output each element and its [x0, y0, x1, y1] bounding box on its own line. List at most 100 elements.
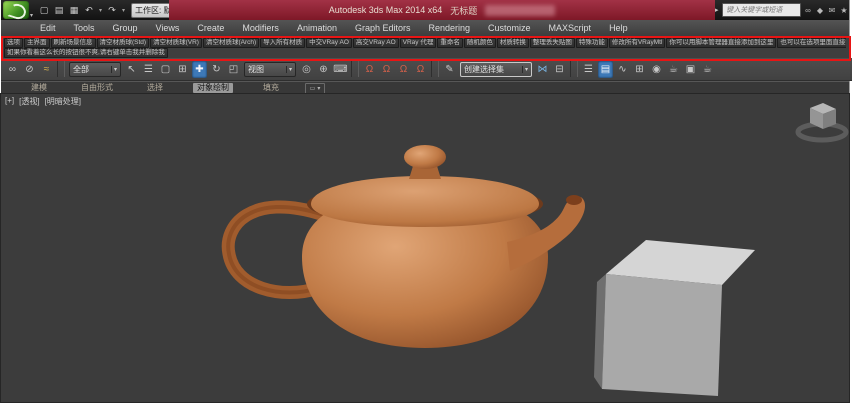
tab-freeform[interactable]: 自由形式: [77, 83, 117, 93]
script-button[interactable]: 中交VRay AO: [306, 38, 352, 48]
keyboard-override-icon[interactable]: ⌨: [333, 61, 348, 78]
select-manipulate-icon[interactable]: ⊕: [316, 61, 331, 78]
named-sets-dropdown[interactable]: 创建选择集: [460, 62, 532, 77]
menu-item[interactable]: Animation: [288, 23, 346, 33]
menu-item[interactable]: Create: [188, 23, 233, 33]
rect-selection-region-icon[interactable]: ▢: [158, 61, 173, 78]
select-rotate-icon[interactable]: ↻: [209, 61, 224, 78]
script-button[interactable]: 修改所有VRayMtl: [609, 38, 666, 48]
undo-dropdown-arrow-icon[interactable]: ▾: [97, 3, 104, 17]
viewcube[interactable]: [798, 103, 846, 140]
layer-manager-icon[interactable]: ☰: [581, 61, 596, 78]
script-button[interactable]: 重命名: [437, 38, 463, 48]
script-button[interactable]: 也可以在选项里面直接添加脚本: [777, 38, 846, 48]
select-scale-icon[interactable]: ◰: [226, 61, 241, 78]
perspective-viewport[interactable]: [+] [透视] [明暗处理]: [1, 94, 849, 402]
communication-center-icon[interactable]: ✉: [827, 4, 837, 16]
script-button[interactable]: 刷新场景信息: [51, 38, 96, 48]
tab-populate[interactable]: 填充: [259, 83, 283, 93]
mirror-icon[interactable]: ⋈: [535, 61, 550, 78]
tab-object-paint[interactable]: 对象绘制: [193, 83, 233, 93]
3dsmax-logo-icon[interactable]: [3, 1, 29, 19]
script-button[interactable]: 清空材质球(Std): [97, 38, 150, 48]
spinner-snap-icon[interactable]: Ω: [413, 61, 428, 78]
script-button[interactable]: 清空材质球(VR): [150, 38, 202, 48]
window-crossing-icon[interactable]: ⊞: [175, 61, 190, 78]
script-button[interactable]: 整理丢失贴图: [530, 38, 575, 48]
tab-modeling[interactable]: 建模: [27, 83, 51, 93]
material-editor-icon[interactable]: ◉: [649, 61, 664, 78]
redo-icon[interactable]: ↷: [105, 3, 119, 17]
script-button[interactable]: 你可以用脚本管理器直接添加到这里: [666, 38, 776, 48]
selection-filter-dropdown[interactable]: 全部: [69, 62, 121, 77]
box-object[interactable]: [594, 240, 755, 396]
select-link-icon[interactable]: ∞: [5, 61, 20, 78]
toolbar-separator: [351, 61, 359, 77]
viewport-labels: [+] [透视] [明暗处理]: [5, 96, 81, 107]
subscription-key-icon[interactable]: ◆: [815, 4, 825, 16]
script-button[interactable]: 清空材质球(Arch): [203, 38, 259, 48]
app-menu-arrow-icon[interactable]: ▾: [30, 12, 33, 19]
menu-item[interactable]: Edit: [31, 23, 65, 33]
bind-to-spacewarp-icon[interactable]: ≈: [39, 61, 54, 78]
menu-item[interactable]: Rendering: [420, 23, 480, 33]
box-front-face[interactable]: [602, 274, 722, 396]
select-move-icon[interactable]: ✚: [192, 61, 207, 78]
ribbon-display-toggle[interactable]: ▭ ▾: [305, 83, 325, 94]
rendered-frame-icon[interactable]: ▣: [683, 61, 698, 78]
menu-item[interactable]: Help: [600, 23, 637, 33]
script-button[interactable]: 选项: [4, 38, 23, 48]
script-button[interactable]: 特殊功能: [576, 38, 608, 48]
viewport-pov-label[interactable]: [透视]: [19, 96, 39, 107]
menu-item[interactable]: Modifiers: [233, 23, 288, 33]
binoculars-search-icon[interactable]: ∞: [803, 4, 813, 16]
render-setup-icon[interactable]: ☕: [666, 61, 681, 78]
menu-item[interactable]: Tools: [65, 23, 104, 33]
save-file-icon[interactable]: ▦: [67, 3, 81, 17]
script-button[interactable]: 导入所有材质: [260, 38, 305, 48]
render-production-icon[interactable]: ☕: [700, 61, 715, 78]
toolbar-separator: [431, 61, 439, 77]
menu-item[interactable]: Views: [147, 23, 189, 33]
teapot-lid[interactable]: [311, 176, 539, 227]
menu-item[interactable]: Group: [104, 23, 147, 33]
viewport-shading-label[interactable]: [明暗处理]: [45, 96, 81, 107]
redacted-text: [485, 5, 555, 16]
snap-toggle-3d-icon[interactable]: Ω: [362, 61, 377, 78]
scene-explorer-icon[interactable]: ▤: [598, 61, 613, 78]
script-button[interactable]: VRay 代理: [400, 38, 437, 48]
unlink-selection-icon[interactable]: ⊘: [22, 61, 37, 78]
menu-bar: EditToolsGroupViewsCreateModifiersAnimat…: [1, 20, 849, 37]
script-button[interactable]: 随机颜色: [464, 38, 496, 48]
teapot-knob[interactable]: [404, 145, 446, 169]
script-button[interactable]: 材质转换: [497, 38, 529, 48]
menu-item[interactable]: MAXScript: [540, 23, 601, 33]
tab-selection[interactable]: 选择: [143, 83, 167, 93]
script-button[interactable]: 主界面: [24, 38, 50, 48]
script-note-button[interactable]: 如果你看着这么长的按钮很不爽,请右键单击我并删除我: [4, 48, 168, 58]
menu-item[interactable]: Customize: [479, 23, 540, 33]
open-file-icon[interactable]: ▤: [52, 3, 66, 17]
select-by-name-icon[interactable]: ☰: [141, 61, 156, 78]
use-pivot-center-icon[interactable]: ◎: [299, 61, 314, 78]
angle-snap-icon[interactable]: Ω: [379, 61, 394, 78]
infocenter-search-input[interactable]: 键入关键字或短语: [722, 3, 801, 17]
infocenter-expand-arrow-icon[interactable]: ▸: [715, 6, 720, 14]
new-file-icon[interactable]: ▢: [37, 3, 51, 17]
curve-editor-icon[interactable]: ∿: [615, 61, 630, 78]
ref-coordsys-dropdown[interactable]: 视图: [244, 62, 296, 77]
redo-dropdown-arrow-icon[interactable]: ▾: [120, 3, 127, 17]
menu-item[interactable]: Graph Editors: [346, 23, 420, 33]
viewport-general-menu[interactable]: [+]: [5, 96, 14, 107]
percent-snap-icon[interactable]: Ω: [396, 61, 411, 78]
schematic-view-icon[interactable]: ⊞: [632, 61, 647, 78]
teapot-object[interactable]: [228, 145, 585, 348]
select-object-icon[interactable]: ↖: [124, 61, 139, 78]
undo-icon[interactable]: ↶: [82, 3, 96, 17]
align-icon[interactable]: ⊟: [552, 61, 567, 78]
script-button[interactable]: 高交VRay AO: [353, 38, 399, 48]
script-toolbar: 选项主界面刷新场景信息清空材质球(Std)清空材质球(VR)清空材质球(Arch…: [1, 37, 849, 58]
edit-named-sets-icon[interactable]: ✎: [442, 61, 457, 78]
favorites-star-icon[interactable]: ★: [839, 4, 849, 16]
infocenter: ▸ 键入关键字或短语 ∞ ◆ ✉ ★: [713, 0, 849, 20]
